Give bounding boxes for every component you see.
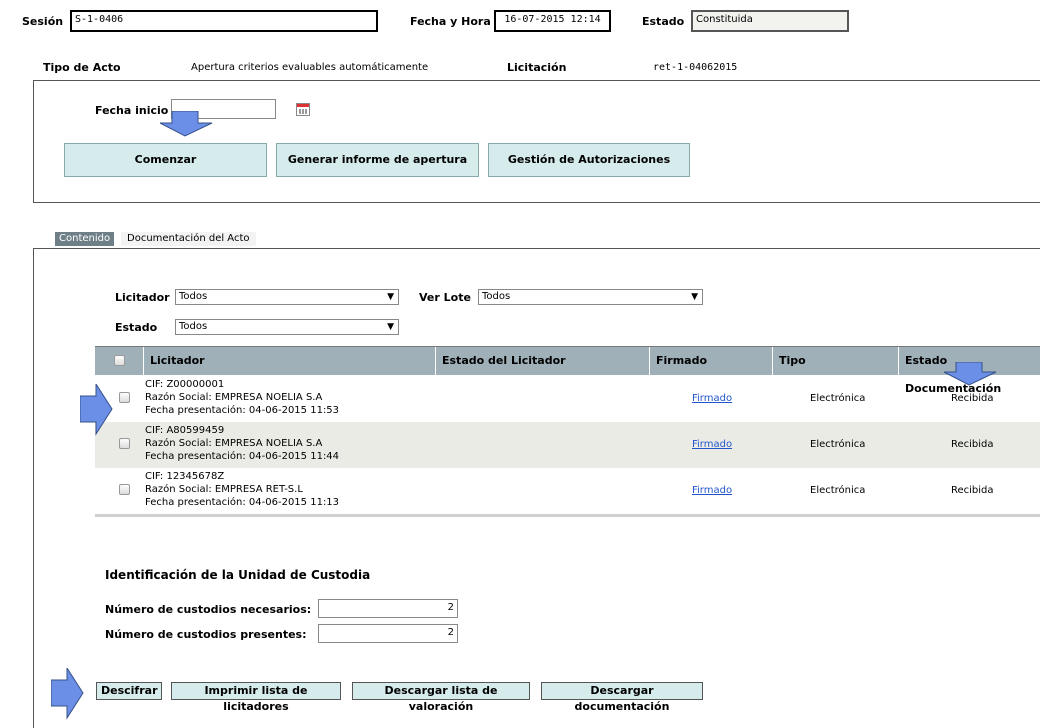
row-fecha-presentacion: Fecha presentación: 04-06-2015 11:53 [145,405,340,416]
generar-informe-button[interactable]: Generar informe de apertura [276,143,479,177]
row-tipo: Electrónica [810,439,866,450]
custodios-presentes-field[interactable]: 2 [318,624,458,643]
row-estado-documentacion: Recibida [951,439,994,450]
table-header: Licitador Estado del Licitador Firmado T… [95,346,1040,395]
annotation-arrow-right-icon [51,668,84,720]
comenzar-button[interactable]: Comenzar [64,143,267,177]
fecha-inicio-label: Fecha inicio [95,104,169,117]
row-razon-social: Razón Social: EMPRESA NOELIA S.A [145,438,323,449]
filter-ver-lote-value: Todos [482,291,511,302]
header-licitador[interactable]: Licitador [143,347,435,375]
row-razon-social: Razón Social: EMPRESA NOELIA S.A [145,392,323,403]
tab-documentacion[interactable]: Documentación del Acto [121,232,256,246]
header-tipo[interactable]: Tipo [772,347,898,375]
custodios-presentes-label: Número de custodios presentes: [105,628,307,641]
table-bottom-border [95,514,1040,517]
licitacion-label: Licitación [507,61,567,74]
row-cif: CIF: A80599459 [145,425,225,436]
annotation-arrow-down-icon [160,111,213,137]
annotation-arrow-right-icon [80,384,113,436]
estado-field: Constituida [691,10,849,32]
header-select-all-cell [95,347,143,375]
annotation-arrow-down-icon [944,362,997,386]
row-firmado-link[interactable]: Firmado [692,485,732,497]
filter-licitador-value: Todos [179,291,208,302]
row-firmado-link[interactable]: Firmado [692,393,732,405]
filter-licitador-label: Licitador [115,291,170,304]
custodios-necesarios-label: Número de custodios necesarios: [105,603,312,616]
header-estado-licitador[interactable]: Estado del Licitador [435,347,649,375]
custodia-title: Identificación de la Unidad de Custodia [105,568,371,582]
row-cif: CIF: 12345678Z [145,471,225,482]
table-row: CIF: 12345678Z Razón Social: EMPRESA RET… [95,468,1040,514]
filter-estado-select[interactable]: Todos ▼ [175,319,399,335]
row-cif: CIF: Z00000001 [145,379,225,390]
filter-estado-value: Todos [179,321,208,332]
tipo-acto-label: Tipo de Acto [43,61,121,74]
row-estado-documentacion: Recibida [951,393,994,404]
descifrar-button[interactable]: Descifrar [96,682,162,700]
row-tipo: Electrónica [810,393,866,404]
filter-estado-label: Estado [115,321,158,334]
tab-contenido[interactable]: Contenido [55,232,115,246]
row-fecha-presentacion: Fecha presentación: 04-06-2015 11:44 [145,451,340,462]
sesion-label: Sesión [22,15,64,28]
row-fecha-presentacion: Fecha presentación: 04-06-2015 11:13 [145,497,340,508]
estado-label: Estado [642,15,685,28]
filter-ver-lote-select[interactable]: Todos ▼ [478,289,703,305]
row-estado-documentacion: Recibida [951,485,994,496]
imprimir-lista-button[interactable]: Imprimir lista de licitadores [171,682,341,713]
licitacion-value: ret-1-04062015 [653,62,738,73]
dropdown-arrow-icon: ▼ [691,292,698,302]
descargar-valoracion-button[interactable]: Descargar lista de valoración [352,682,530,713]
filter-ver-lote-label: Ver Lote [419,291,471,304]
sesion-field[interactable]: S-1-0406 [70,10,378,32]
filter-licitador-select[interactable]: Todos ▼ [175,289,399,305]
custodios-necesarios-field[interactable]: 2 [318,599,458,618]
gestion-autorizaciones-button[interactable]: Gestión de Autorizaciones [488,143,690,177]
dropdown-arrow-icon: ▼ [387,322,394,332]
table-row: CIF: Z00000001 Razón Social: EMPRESA NOE… [95,376,1040,422]
row-tipo: Electrónica [810,485,866,496]
tipo-acto-value: Apertura criterios evaluables automática… [191,62,429,73]
row-firmado-link[interactable]: Firmado [692,439,732,451]
calendar-icon[interactable] [296,103,310,116]
select-all-checkbox[interactable] [114,355,125,366]
row-checkbox[interactable] [119,392,130,403]
header-firmado[interactable]: Firmado [649,347,772,375]
table-row: CIF: A80599459 Razón Social: EMPRESA NOE… [95,422,1040,468]
row-checkbox[interactable] [119,484,130,495]
fecha-hora-label: Fecha y Hora [410,15,491,28]
descargar-documentacion-button[interactable]: Descargar documentación [541,682,703,713]
fecha-hora-field: 16-07-2015 12:14 [494,10,611,32]
row-checkbox[interactable] [119,438,130,449]
row-razon-social: Razón Social: EMPRESA RET-S.L [145,484,303,495]
dropdown-arrow-icon: ▼ [387,292,394,302]
